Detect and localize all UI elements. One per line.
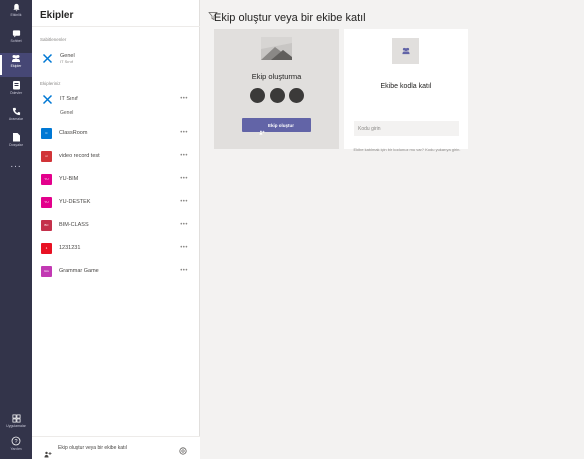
team-name: Grammar Game: [59, 268, 99, 274]
gear-icon[interactable]: [178, 443, 188, 455]
svg-text:?: ?: [14, 439, 17, 445]
create-team-button[interactable]: Ekip oluştur: [242, 118, 311, 135]
rail-label: Ödevler: [9, 91, 23, 95]
rail-label: Uygulamalar: [6, 424, 26, 428]
team-avatar-text: vr: [45, 154, 48, 158]
rail-label: Ekipler: [10, 64, 22, 68]
team-avatar: 1: [41, 242, 52, 254]
rail-label: Sohbet: [10, 39, 22, 43]
team-more-icon[interactable]: •••: [180, 130, 188, 136]
rail-more-button[interactable]: ...: [0, 160, 32, 170]
team-avatar-text: YU: [44, 177, 49, 181]
teams-icon: [392, 38, 419, 64]
team-avatar: C: [41, 127, 52, 139]
team-more-icon[interactable]: •••: [180, 199, 188, 205]
team-row[interactable]: C ClassRoom •••: [32, 126, 200, 140]
avatar: [289, 88, 304, 103]
favorites-label: Sabitlenenler: [40, 37, 67, 42]
help-icon: ?: [11, 436, 21, 446]
rail-item-help[interactable]: ? Yardım: [0, 436, 32, 459]
avatar: [269, 88, 285, 103]
assignments-icon: [11, 80, 21, 90]
phone-icon: [11, 106, 21, 116]
team-name: BIM-CLASS: [59, 222, 89, 228]
team-name: 1231231: [59, 245, 81, 251]
team-row[interactable]: GG Grammar Game •••: [32, 264, 200, 278]
team-name: video record test: [59, 153, 100, 159]
team-avatar: BC: [41, 219, 52, 231]
team-avatar: vr: [41, 150, 52, 162]
bell-icon: [11, 2, 21, 12]
app-rail: Etkinlik Sohbet Ekipler Ödevler Aramalar…: [0, 0, 32, 459]
teams-label: Ekipleriniz: [40, 81, 61, 86]
rail-item-teams[interactable]: Ekipler: [0, 53, 32, 77]
tools-icon: [41, 93, 53, 105]
team-row[interactable]: IT Sınıf •••: [32, 92, 200, 106]
rail-item-files[interactable]: Dosyalar: [0, 132, 32, 156]
team-name: IT Sınıf: [60, 96, 78, 102]
create-team-button-label: Ekip oluştur: [267, 122, 294, 128]
team-more-icon[interactable]: •••: [180, 222, 188, 228]
team-name: YU-DESTEK: [59, 199, 91, 205]
join-create-link[interactable]: Ekip oluştur veya bir ekibe katıl: [58, 445, 127, 451]
team-code-input[interactable]: [354, 121, 459, 136]
rail-label: Etkinlik: [10, 13, 22, 17]
join-help-text: Ekibe katılmak için bir kodunuz mu var? …: [353, 147, 461, 152]
favorite-team-name: IT Sınıf: [60, 58, 73, 64]
member-avatars: [250, 88, 304, 103]
apps-icon: [11, 413, 21, 423]
join-team-heading: Ekibe kodla katıl: [380, 83, 432, 90]
rail-item-calls[interactable]: Aramalar: [0, 106, 32, 130]
rail-item-activity[interactable]: Etkinlik: [0, 2, 32, 26]
channel-item[interactable]: Genel: [60, 110, 73, 116]
files-icon: [11, 132, 21, 142]
team-row[interactable]: vr video record test •••: [32, 149, 200, 163]
team-row[interactable]: YU YU-DESTEK •••: [32, 195, 200, 209]
tools-icon: [41, 52, 53, 64]
page-title: Ekip oluştur veya bir ekibe katıl: [214, 12, 366, 24]
favorite-text: Genel IT Sınıf: [60, 53, 75, 64]
team-row[interactable]: YU YU-BIM •••: [32, 172, 200, 186]
team-more-icon[interactable]: •••: [180, 176, 188, 182]
create-team-heading: Ekip oluşturma: [251, 72, 302, 81]
add-team-icon: [44, 445, 52, 458]
team-avatar-text: C: [45, 131, 48, 135]
create-team-card: Ekip oluşturma Ekip oluştur: [214, 29, 339, 149]
team-name: YU-BIM: [59, 176, 79, 182]
team-avatar-text: GG: [44, 269, 49, 273]
join-team-card: Ekibe kodla katıl Ekibe katılmak için bi…: [344, 29, 468, 152]
rail-item-apps[interactable]: Uygulamalar: [0, 413, 32, 437]
panel-footer: Ekip oluştur veya bir ekibe katıl: [32, 436, 200, 459]
avatar: [250, 88, 265, 103]
team-avatar: YU: [41, 173, 52, 185]
team-more-icon[interactable]: •••: [180, 268, 188, 274]
team-avatar: YU: [41, 196, 52, 208]
teams-icon: [11, 53, 21, 63]
team-image-icon: [261, 37, 292, 60]
team-avatar-text: YU: [44, 200, 49, 204]
team-row[interactable]: 1 1231231 •••: [32, 241, 200, 255]
rail-item-chat[interactable]: Sohbet: [0, 28, 32, 52]
team-name: ClassRoom: [59, 130, 88, 136]
panel-divider: [32, 26, 200, 27]
team-more-icon[interactable]: •••: [180, 245, 188, 251]
team-avatar-text: 1: [45, 246, 48, 250]
team-row[interactable]: BC BIM-CLASS •••: [32, 218, 200, 232]
team-avatar-text: BC: [44, 223, 49, 227]
team-more-icon[interactable]: •••: [180, 96, 188, 102]
team-avatar: GG: [41, 265, 52, 277]
rail-label: Yardım: [10, 447, 22, 451]
panel-title: Ekipler: [40, 10, 74, 21]
rail-label: Aramalar: [8, 117, 24, 121]
rail-label: Dosyalar: [9, 143, 23, 147]
favorite-channel[interactable]: Genel IT Sınıf: [32, 50, 200, 66]
rail-item-assignments[interactable]: Ödevler: [0, 80, 32, 104]
add-team-icon: [259, 123, 265, 135]
team-more-icon[interactable]: •••: [180, 153, 188, 159]
chat-icon: [11, 28, 21, 38]
